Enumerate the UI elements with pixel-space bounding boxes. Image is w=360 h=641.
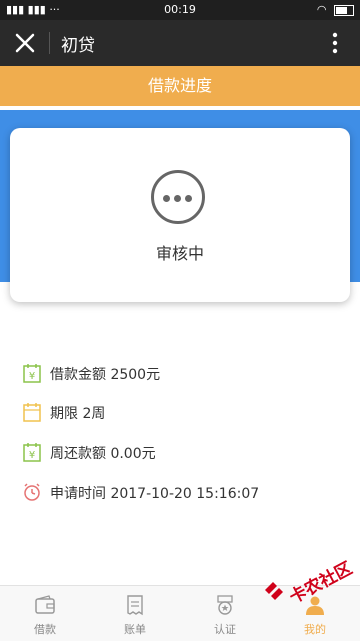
svg-text:¥: ¥ (29, 450, 35, 461)
alarm-clock-icon (24, 483, 40, 501)
status-bar: ▮▮▮ ▮▮▮ ··· 00:19 ◠ (0, 0, 360, 20)
wifi-icon: ◠ (316, 3, 327, 16)
watermark-logo-icon (265, 582, 283, 600)
tab-bill[interactable]: 账单 (90, 586, 180, 641)
close-button[interactable] (10, 28, 40, 58)
status-card: 审核中 (10, 128, 350, 302)
tab-loan-label: 借款 (34, 623, 56, 636)
tab-verify[interactable]: 认证 (180, 586, 270, 641)
bill-icon (127, 595, 143, 616)
page-title: 初贷 (61, 36, 95, 56)
tab-mine-label: 我的 (304, 623, 326, 636)
watermark-text: 卡农社区 (286, 558, 356, 609)
yen-calendar-icon: ¥ (23, 364, 41, 383)
badge-icon (217, 595, 233, 615)
watermark: 卡农社区 (262, 556, 358, 609)
loan-amount-label: 借款金额 2500元 (50, 367, 161, 383)
tab-bill-label: 账单 (124, 623, 146, 636)
calendar-icon (23, 403, 41, 422)
wallet-icon (35, 595, 55, 614)
status-icons: ◠ (317, 3, 354, 16)
more-button[interactable] (320, 28, 350, 58)
close-icon (15, 33, 35, 53)
progress-header: 借款进度 (0, 66, 360, 106)
yen-calendar-icon: ¥ (23, 443, 41, 462)
status-text: 审核中 (155, 244, 204, 263)
title-divider (49, 32, 50, 54)
pending-icon (151, 170, 205, 224)
svg-text:¥: ¥ (29, 371, 35, 382)
status-time: 00:19 (164, 3, 196, 16)
more-vertical-icon (332, 32, 338, 54)
weekly-repayment-label: 周还款额 0.00元 (50, 446, 156, 462)
tab-verify-label: 认证 (214, 623, 236, 636)
loan-term-label: 期限 2周 (50, 406, 106, 422)
battery-icon (334, 4, 354, 16)
title-bar: 初贷 (0, 20, 360, 66)
apply-time-label: 申请时间 2017-10-20 15:16:07 (50, 486, 260, 502)
tab-loan[interactable]: 借款 (0, 586, 90, 641)
